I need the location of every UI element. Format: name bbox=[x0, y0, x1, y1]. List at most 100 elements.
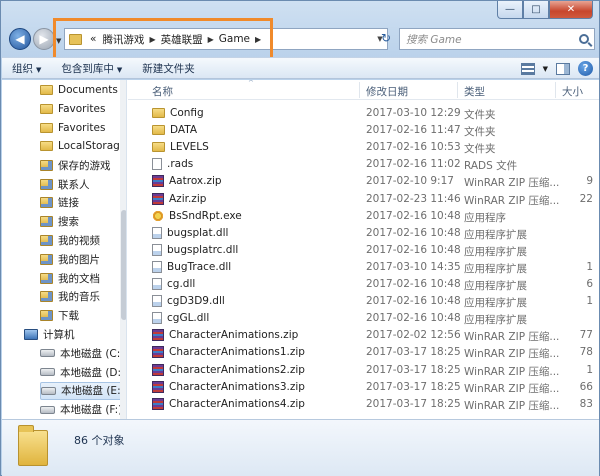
file-type: WinRAR ZIP 压缩... bbox=[464, 382, 560, 395]
preview-pane-icon[interactable] bbox=[556, 62, 570, 75]
file-type: WinRAR ZIP 压缩... bbox=[464, 399, 560, 412]
column-size[interactable]: 大小 bbox=[562, 84, 583, 99]
file-type: 应用程序扩展 bbox=[464, 228, 527, 241]
file-row[interactable]: cgGL.dll 2017-02-16 10:48 应用程序扩展 bbox=[128, 310, 599, 327]
file-date: 2017-03-10 14:35 bbox=[366, 260, 461, 273]
sidebar-item-label: 下载 bbox=[58, 310, 79, 323]
sidebar-item[interactable]: 搜索 bbox=[40, 213, 79, 231]
file-row[interactable]: .rads 2017-02-16 11:02 RADS 文件 bbox=[128, 156, 599, 173]
file-row[interactable]: CharacterAnimations.zip 2017-02-02 12:56 W… bbox=[128, 327, 599, 344]
file-row[interactable]: CharacterAnimations1.zip 2017-03-17 18:25… bbox=[128, 344, 599, 361]
new-folder-button[interactable]: 新建文件夹 bbox=[132, 61, 205, 76]
refresh-button[interactable]: ↻ bbox=[377, 31, 395, 47]
file-date: 2017-03-17 18:25 bbox=[366, 363, 461, 376]
dll-icon bbox=[152, 312, 162, 325]
sidebar-item[interactable]: 我的文档 bbox=[40, 269, 100, 287]
zip-icon bbox=[152, 346, 164, 359]
sidebar-item[interactable]: 我的视频 bbox=[40, 231, 100, 249]
maximize-button[interactable]: □ bbox=[523, 1, 549, 19]
navigation-pane: Documents Favorites Favorites LocalStorage 保… bbox=[2, 80, 127, 419]
file-name-cell: bugsplatrc.dll bbox=[152, 243, 239, 256]
exe-icon bbox=[152, 209, 164, 222]
file-date: 2017-03-17 18:25 bbox=[366, 346, 461, 359]
file-name-cell: Config bbox=[152, 107, 204, 119]
file-type: RADS 文件 bbox=[464, 160, 518, 173]
close-button[interactable]: ✕ bbox=[549, 1, 593, 19]
file-row[interactable]: DATA 2017-02-16 11:47 文件夹 bbox=[128, 122, 599, 139]
file-row[interactable]: Config 2017-03-10 12:29 文件夹 bbox=[128, 105, 599, 122]
file-size: 22 bbox=[579, 192, 593, 205]
sidebar-item-label: 本地磁盘 (D:) bbox=[60, 366, 126, 379]
file-row[interactable]: cgD3D9.dll 2017-02-16 10:48 应用程序扩展 1 bbox=[128, 293, 599, 310]
music-icon bbox=[40, 291, 53, 303]
sidebar-item[interactable]: 本地磁盘 (E:) bbox=[40, 381, 126, 400]
sidebar-item[interactable]: 联系人 bbox=[40, 175, 90, 193]
file-name-cell: CharacterAnimations4.zip bbox=[152, 397, 305, 410]
file-row[interactable]: bugsplatrc.dll 2017-02-16 10:48 应用程序扩展 bbox=[128, 242, 599, 259]
file-name: BugTrace.dll bbox=[167, 260, 232, 273]
file-name: cg.dll bbox=[167, 278, 196, 290]
sidebar-item[interactable]: 保存的游戏 bbox=[40, 156, 111, 174]
item-count: 86 个对象 bbox=[74, 434, 125, 447]
file-row[interactable]: LEVELS 2017-02-16 10:53 文件夹 bbox=[128, 139, 599, 156]
view-options-icon[interactable] bbox=[520, 62, 535, 75]
file-name-cell: Azir.zip bbox=[152, 192, 206, 205]
forward-button[interactable]: ▶ bbox=[33, 28, 55, 50]
file-row[interactable]: bugsplat.dll 2017-02-16 10:48 应用程序扩展 bbox=[128, 225, 599, 242]
sort-arrow-icon: ^ bbox=[248, 80, 254, 87]
file-date: 2017-02-16 10:48 bbox=[366, 243, 461, 256]
sidebar-item[interactable]: Documents bbox=[40, 81, 118, 99]
sidebar-item[interactable]: LocalStorage bbox=[40, 137, 126, 155]
file-name: BsSndRpt.exe bbox=[169, 209, 242, 222]
search-input[interactable]: 搜索 Game bbox=[399, 28, 595, 50]
chevron-down-icon[interactable]: ▼ bbox=[543, 65, 548, 73]
column-type[interactable]: 类型 bbox=[464, 84, 485, 99]
file-size: 78 bbox=[579, 346, 593, 359]
sidebar-item[interactable]: 本地磁盘 (F:) bbox=[40, 401, 122, 419]
minimize-button[interactable]: — bbox=[497, 1, 523, 19]
organize-menu[interactable]: 组织 ▼ bbox=[2, 61, 51, 76]
folder-icon bbox=[40, 141, 53, 152]
file-name: bugsplatrc.dll bbox=[167, 243, 239, 256]
back-button[interactable]: ◀ bbox=[9, 28, 31, 50]
file-size: 9 bbox=[586, 175, 593, 188]
file-date: 2017-03-17 18:25 bbox=[366, 397, 461, 410]
file-row[interactable]: CharacterAnimations4.zip 2017-03-17 18:25… bbox=[128, 396, 599, 413]
sidebar-item[interactable]: 本地磁盘 (D:) bbox=[40, 363, 125, 381]
column-name[interactable]: 名称 bbox=[152, 84, 173, 99]
file-date: 2017-02-16 10:48 bbox=[366, 209, 461, 222]
navigation-scrollbar[interactable] bbox=[120, 80, 126, 419]
include-in-library-menu[interactable]: 包含到库中 ▼ bbox=[51, 61, 132, 76]
sidebar-item[interactable]: 我的音乐 bbox=[40, 288, 100, 306]
help-icon[interactable]: ? bbox=[578, 61, 593, 76]
pictures-icon bbox=[40, 253, 53, 265]
file-row[interactable]: CharacterAnimations3.zip 2017-03-17 18:25… bbox=[128, 379, 599, 396]
file-name: .rads bbox=[167, 158, 194, 171]
file-row[interactable]: cg.dll 2017-02-16 10:48 应用程序扩展 6 bbox=[128, 276, 599, 293]
sidebar-item[interactable]: 链接 bbox=[40, 194, 79, 212]
sidebar-item[interactable]: 下载 bbox=[40, 307, 79, 325]
file-row[interactable]: BsSndRpt.exe 2017-02-16 10:48 应用程序 bbox=[128, 208, 599, 225]
file-row[interactable]: Azir.zip 2017-02-23 11:46 WinRAR ZIP 压缩...… bbox=[128, 191, 599, 208]
file-row[interactable]: CharacterAnimations2.zip 2017-03-17 18:25… bbox=[128, 362, 599, 379]
sidebar-item[interactable]: 我的图片 bbox=[40, 250, 100, 268]
sidebar-item-label: 计算机 bbox=[43, 328, 75, 341]
search-icon[interactable] bbox=[579, 34, 589, 44]
file-size: 6 bbox=[586, 278, 593, 290]
file-row[interactable]: Aatrox.zip 2017-02-10 9:17 WinRAR ZIP 压缩..… bbox=[128, 173, 599, 190]
column-divider[interactable] bbox=[457, 82, 458, 98]
file-size: 77 bbox=[579, 329, 593, 342]
file-type: 文件夹 bbox=[464, 126, 496, 139]
file-name-cell: .rads bbox=[152, 158, 194, 171]
column-date[interactable]: 修改日期 bbox=[366, 84, 408, 99]
sidebar-item[interactable]: Favorites bbox=[40, 100, 105, 118]
file-date: 2017-02-16 10:48 bbox=[366, 295, 461, 308]
file-row[interactable]: BugTrace.dll 2017-03-10 14:35 应用程序扩展 1 bbox=[128, 259, 599, 276]
column-divider[interactable] bbox=[359, 82, 360, 98]
folder-icon bbox=[40, 103, 53, 114]
sidebar-item[interactable]: 本地磁盘 (C:) bbox=[40, 344, 124, 362]
scrollbar-thumb[interactable] bbox=[121, 210, 126, 320]
column-divider[interactable] bbox=[555, 82, 556, 98]
sidebar-item[interactable]: 计算机 bbox=[24, 325, 75, 343]
sidebar-item[interactable]: Favorites bbox=[40, 119, 105, 137]
